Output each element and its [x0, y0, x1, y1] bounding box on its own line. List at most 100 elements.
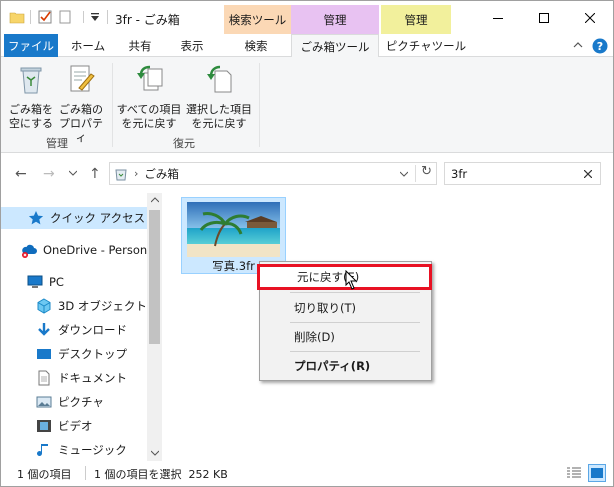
nav-label-pc: PC	[49, 275, 64, 289]
title-bar: 3fr - ごみ箱 検索ツール 管理 管理	[1, 1, 613, 34]
nav-label-onedrive: OneDrive - Personal	[43, 243, 147, 257]
restore-selected-items-button[interactable]: 選択した項目 を元に戻す	[184, 63, 254, 131]
menu-item-properties[interactable]: プロパティ(R)	[260, 355, 431, 377]
tab-recycle-bin-tools[interactable]: ごみ箱ツール	[291, 34, 379, 58]
recent-locations-icon[interactable]	[69, 170, 77, 176]
ribbon-group-divider-2	[259, 63, 260, 147]
document-icon	[38, 370, 50, 386]
close-icon	[585, 12, 595, 23]
empty-bin-label-2: 空にする	[8, 117, 54, 130]
refresh-icon[interactable]: ↻	[421, 164, 432, 179]
maximize-icon	[539, 12, 549, 23]
empty-bin-icon	[20, 67, 42, 94]
tab-search[interactable]: 検索	[225, 34, 287, 57]
nav-scrollbar[interactable]	[147, 193, 162, 461]
tab-home[interactable]: ホーム	[63, 34, 113, 57]
scroll-up-icon[interactable]	[151, 197, 159, 203]
breadcrumb-chevron-icon: ›	[134, 167, 139, 180]
tab-file[interactable]: ファイル	[4, 34, 58, 57]
ribbon-panel: ごみ箱を 空にする ごみ箱の プロパティ 管理 すべての項目 を元に戻す 選択し…	[1, 57, 613, 153]
nav-item-pictures[interactable]: ピクチャ	[1, 391, 147, 413]
restore-all-icon	[137, 65, 163, 91]
onedrive-cloud-icon	[22, 244, 37, 258]
empty-recycle-bin-button[interactable]: ごみ箱を 空にする	[7, 63, 55, 131]
scroll-down-icon[interactable]	[151, 450, 159, 456]
properties-qa-icon[interactable]	[38, 10, 54, 24]
pc-icon	[27, 275, 43, 288]
menu-separator-1	[290, 292, 420, 293]
search-input[interactable]: 3fr	[451, 167, 467, 181]
nav-item-videos[interactable]: ビデオ	[1, 415, 147, 437]
customize-qa-icon[interactable]	[87, 10, 103, 24]
nav-item-onedrive[interactable]: OneDrive - Personal	[1, 239, 147, 261]
beach-photo-icon	[187, 202, 280, 257]
clear-search-icon[interactable]	[584, 170, 592, 178]
pictures-icon	[36, 396, 52, 408]
minimize-button[interactable]	[475, 1, 521, 34]
menu-item-cut[interactable]: 切り取り(T)	[260, 297, 431, 319]
bin-properties-label-1: ごみ箱の	[59, 103, 103, 116]
desktop-icon	[37, 349, 51, 359]
up-arrow-icon[interactable]: ↑	[89, 166, 101, 182]
recycle-manage-header: 管理	[291, 5, 379, 34]
menu-separator-3	[290, 351, 420, 352]
recycle-bin-icon	[115, 169, 127, 180]
close-button[interactable]	[567, 1, 613, 34]
nav-label-downloads: ダウンロード	[58, 323, 127, 337]
nav-item-documents[interactable]: ドキュメント	[1, 367, 147, 389]
nav-item-music[interactable]: ミュージック	[1, 439, 147, 461]
tab-picture-tools[interactable]: ピクチャツール	[383, 34, 469, 57]
large-icons-view-icon[interactable]	[588, 464, 606, 482]
search-box[interactable]: 3fr	[444, 162, 601, 185]
search-tools-header: 検索ツール	[224, 5, 291, 34]
nav-label-videos: ビデオ	[58, 419, 93, 433]
nav-item-pc[interactable]: PC	[1, 271, 147, 293]
nav-scroll-thumb[interactable]	[149, 210, 160, 344]
navigation-pane: クイック アクセス OneDrive - Personal PC 3D オブジェ…	[1, 193, 162, 461]
ribbon-collapse-icon[interactable]	[573, 41, 583, 49]
restore-all-items-button[interactable]: すべての項目 を元に戻す	[115, 63, 183, 131]
nav-item-3d-objects[interactable]: 3D オブジェクト	[1, 295, 147, 317]
nav-item-quick-access[interactable]: クイック アクセス	[1, 207, 147, 229]
nav-item-desktop[interactable]: デスクトップ	[1, 343, 147, 365]
nav-label-desktop: デスクトップ	[58, 347, 127, 361]
group-label-restore: 復元	[173, 137, 195, 150]
address-bar[interactable]: › ごみ箱 ↻	[109, 162, 437, 185]
mouse-cursor-icon	[345, 270, 358, 290]
status-bar: 1 個の項目 1 個の項目を選択 252 KB	[1, 461, 613, 486]
svg-text:?: ?	[597, 40, 603, 53]
help-icon[interactable]: ?	[592, 38, 608, 54]
empty-bin-label-1: ごみ箱を	[9, 103, 53, 116]
tab-share[interactable]: 共有	[117, 34, 163, 57]
title-separator-2	[107, 10, 108, 24]
download-arrow-icon	[38, 323, 50, 336]
restore-all-label-1: すべての項目	[116, 103, 182, 116]
nav-item-downloads[interactable]: ダウンロード	[1, 319, 147, 341]
picture-manage-header: 管理	[381, 5, 451, 34]
breadcrumb-recycle-bin[interactable]: ごみ箱	[144, 166, 179, 182]
file-thumbnail	[187, 202, 280, 257]
back-arrow-icon[interactable]: ←	[15, 166, 27, 182]
bin-properties-icon	[70, 65, 95, 92]
address-divider	[415, 165, 416, 182]
ribbon-group-divider-1	[112, 63, 113, 147]
restore-selected-icon	[207, 65, 232, 93]
forward-arrow-icon[interactable]: →	[43, 166, 55, 182]
explorer-window: 3fr - ごみ箱 検索ツール 管理 管理 ファイル ホーム 共有 表示 検索 …	[0, 0, 614, 487]
address-row: ← → ↑ › ごみ箱 ↻ 3fr	[1, 153, 613, 193]
music-note-icon	[37, 444, 48, 456]
status-divider	[85, 466, 86, 480]
group-label-manage: 管理	[46, 137, 68, 150]
menu-separator-2	[290, 322, 420, 323]
cube-3d-icon	[37, 298, 51, 314]
menu-item-delete[interactable]: 削除(D)	[260, 326, 431, 348]
nav-label-quick-access: クイック アクセス	[50, 211, 146, 225]
recycle-bin-properties-button[interactable]: ごみ箱の プロパティ	[55, 63, 107, 145]
address-dropdown-icon[interactable]	[400, 171, 408, 177]
details-view-icon[interactable]	[566, 466, 582, 480]
minimize-icon	[493, 17, 503, 19]
new-folder-qa-icon[interactable]	[58, 10, 74, 24]
maximize-button[interactable]	[521, 1, 567, 34]
tab-view[interactable]: 表示	[167, 34, 217, 57]
window-title: 3fr - ごみ箱	[115, 13, 180, 27]
